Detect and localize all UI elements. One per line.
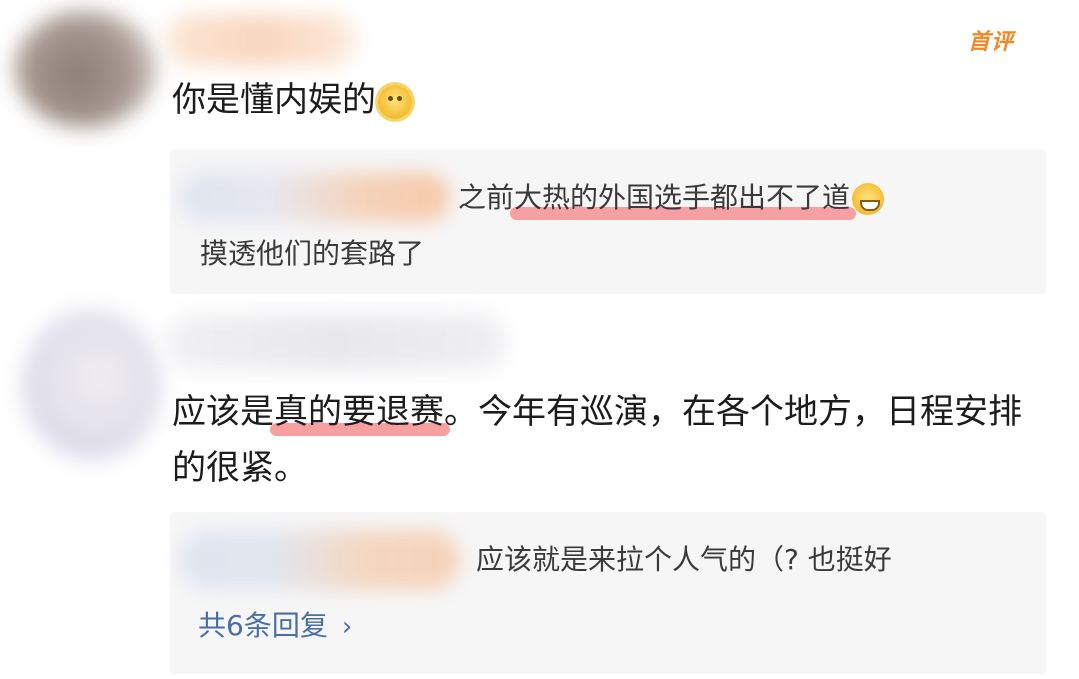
highlighted-text: 大热的外国选手都出不了道	[510, 172, 857, 224]
comment-text: 你是懂内娱的	[172, 80, 376, 120]
reply-text-part: 之前	[458, 181, 515, 214]
reply-preview[interactable]: 之前大热的外国选手都出不了道 摸透他们的套路了	[170, 150, 1046, 294]
username-blurred[interactable]	[166, 314, 506, 370]
grin-emoji-icon	[852, 183, 885, 215]
avatar[interactable]	[14, 10, 156, 128]
smile-emoji-icon	[378, 84, 412, 119]
reply-text-line1: 之前大热的外国选手都出不了道	[458, 172, 885, 224]
comment-text-part: 应该是	[172, 392, 274, 432]
reply-preview[interactable]: 应该就是来拉个人气的（? 也挺好 共6条回复 ›	[170, 512, 1046, 674]
avatar[interactable]	[22, 310, 162, 460]
reply-text: 应该就是来拉个人气的（? 也挺好	[476, 543, 892, 576]
comment-body: 你是懂内娱的	[172, 72, 412, 128]
first-comment-badge: 首评	[968, 30, 1015, 55]
chevron-right-icon: ›	[341, 612, 353, 642]
comment-thread: 首评 你是懂内娱的 之前大热的外国选手都出不了道 摸透他们的套路了 应该是真的要…	[0, 0, 1079, 679]
reply-text-line2: 摸透他们的套路了	[200, 237, 425, 270]
highlighted-text: 真的要退赛	[270, 384, 450, 440]
more-replies-link[interactable]: 共6条回复 ›	[198, 604, 352, 649]
reply-username-blurred[interactable]	[180, 172, 450, 222]
more-replies-label: 共6条回复	[198, 609, 328, 642]
reply-username-blurred[interactable]	[180, 530, 460, 590]
username-blurred[interactable]	[166, 14, 356, 66]
comment-body: 应该是真的要退赛。今年有巡演，在各个地方，日程安排的很紧。	[172, 384, 1052, 496]
